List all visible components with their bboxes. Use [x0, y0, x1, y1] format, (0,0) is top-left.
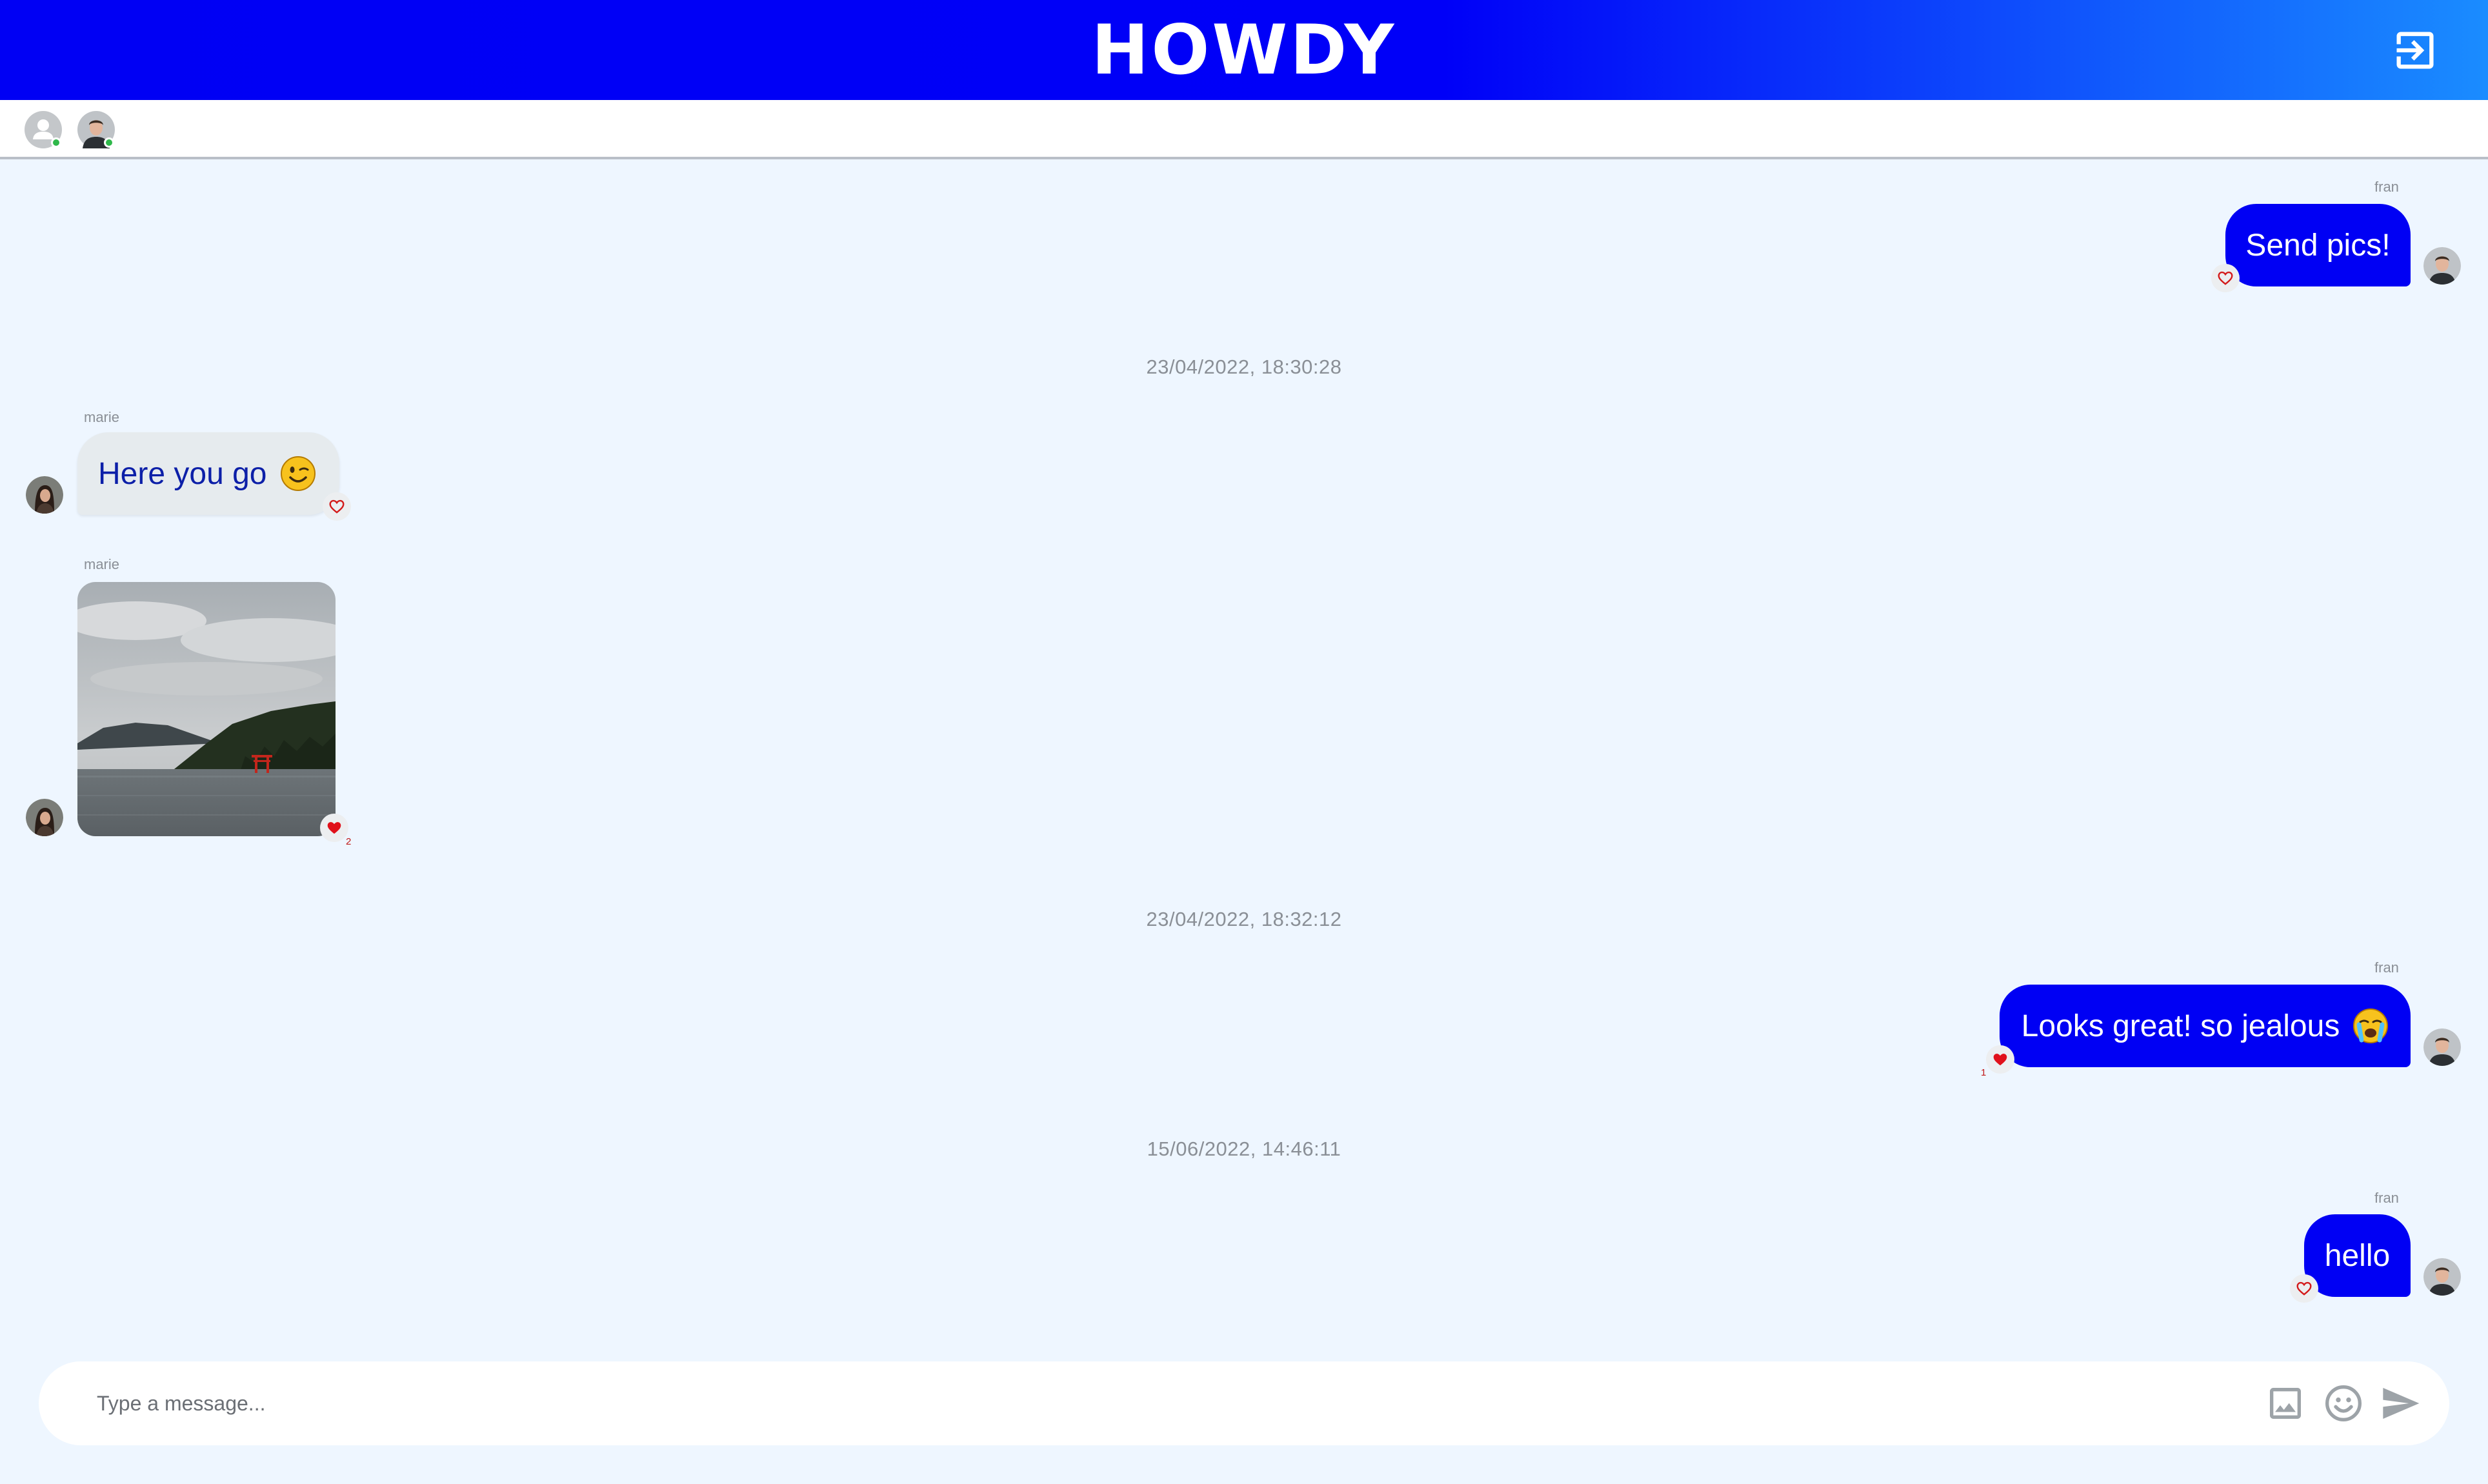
like-count: 2	[346, 836, 352, 847]
heart-filled-icon	[326, 819, 343, 836]
chat-messages: fran Send pics! 23/04/2022, 18:30:28 mar…	[0, 162, 2488, 1336]
message-bubble[interactable]: Looks great! so jealous	[2000, 985, 2411, 1067]
message-sender: marie	[84, 556, 120, 572]
message-sender: marie	[84, 409, 120, 425]
like-count: 1	[1981, 1067, 1987, 1078]
smiley-icon[interactable]	[2323, 1383, 2364, 1424]
like-button[interactable]	[323, 492, 351, 521]
online-user-default[interactable]	[25, 111, 62, 148]
logout-icon[interactable]	[2391, 26, 2440, 75]
message-text: Send pics!	[2245, 228, 2391, 263]
avatar	[26, 476, 63, 514]
crying-face-icon	[2353, 1008, 2389, 1043]
heart-filled-icon	[1992, 1051, 2009, 1068]
message-timestamp: 15/06/2022, 14:46:11	[1147, 1138, 1341, 1160]
app-header: HOWDY	[0, 0, 2488, 100]
message-input[interactable]	[97, 1381, 2226, 1426]
message-sender: fran	[2374, 1190, 2399, 1206]
online-status-dot	[104, 137, 114, 148]
message-composer	[39, 1361, 2449, 1445]
like-button[interactable]	[2211, 264, 2240, 292]
heart-outline-icon	[328, 498, 345, 515]
message-bubble[interactable]: hello	[2304, 1214, 2411, 1297]
avatar	[2423, 1028, 2461, 1066]
message-text: hello	[2324, 1238, 2391, 1273]
message-timestamp: 23/04/2022, 18:32:12	[1146, 908, 1342, 930]
app-title: HOWDY	[1091, 10, 1397, 90]
message-sender: fran	[2374, 959, 2399, 976]
avatar	[2423, 1258, 2461, 1296]
message-bubble[interactable]: Here you go	[77, 432, 339, 515]
winking-face-icon	[280, 456, 316, 491]
heart-outline-icon	[2296, 1280, 2312, 1297]
message-bubble[interactable]: Send pics!	[2225, 204, 2411, 286]
like-button[interactable]	[320, 814, 348, 842]
like-button[interactable]	[2290, 1274, 2318, 1303]
avatar	[2423, 247, 2461, 285]
message-text: Here you go	[98, 456, 267, 491]
lake-photo[interactable]	[77, 582, 336, 836]
online-users-bar	[0, 100, 2488, 159]
message-sender: fran	[2374, 179, 2399, 195]
online-user-fran[interactable]	[77, 111, 115, 148]
online-status-dot	[51, 137, 61, 148]
like-button[interactable]	[1986, 1045, 2014, 1074]
heart-outline-icon	[2217, 270, 2234, 286]
send-icon[interactable]	[2380, 1383, 2421, 1424]
avatar	[26, 799, 63, 836]
message-timestamp: 23/04/2022, 18:30:28	[1146, 356, 1342, 378]
message-text: Looks great! so jealous	[2021, 1008, 2340, 1043]
image-icon[interactable]	[2265, 1383, 2306, 1424]
